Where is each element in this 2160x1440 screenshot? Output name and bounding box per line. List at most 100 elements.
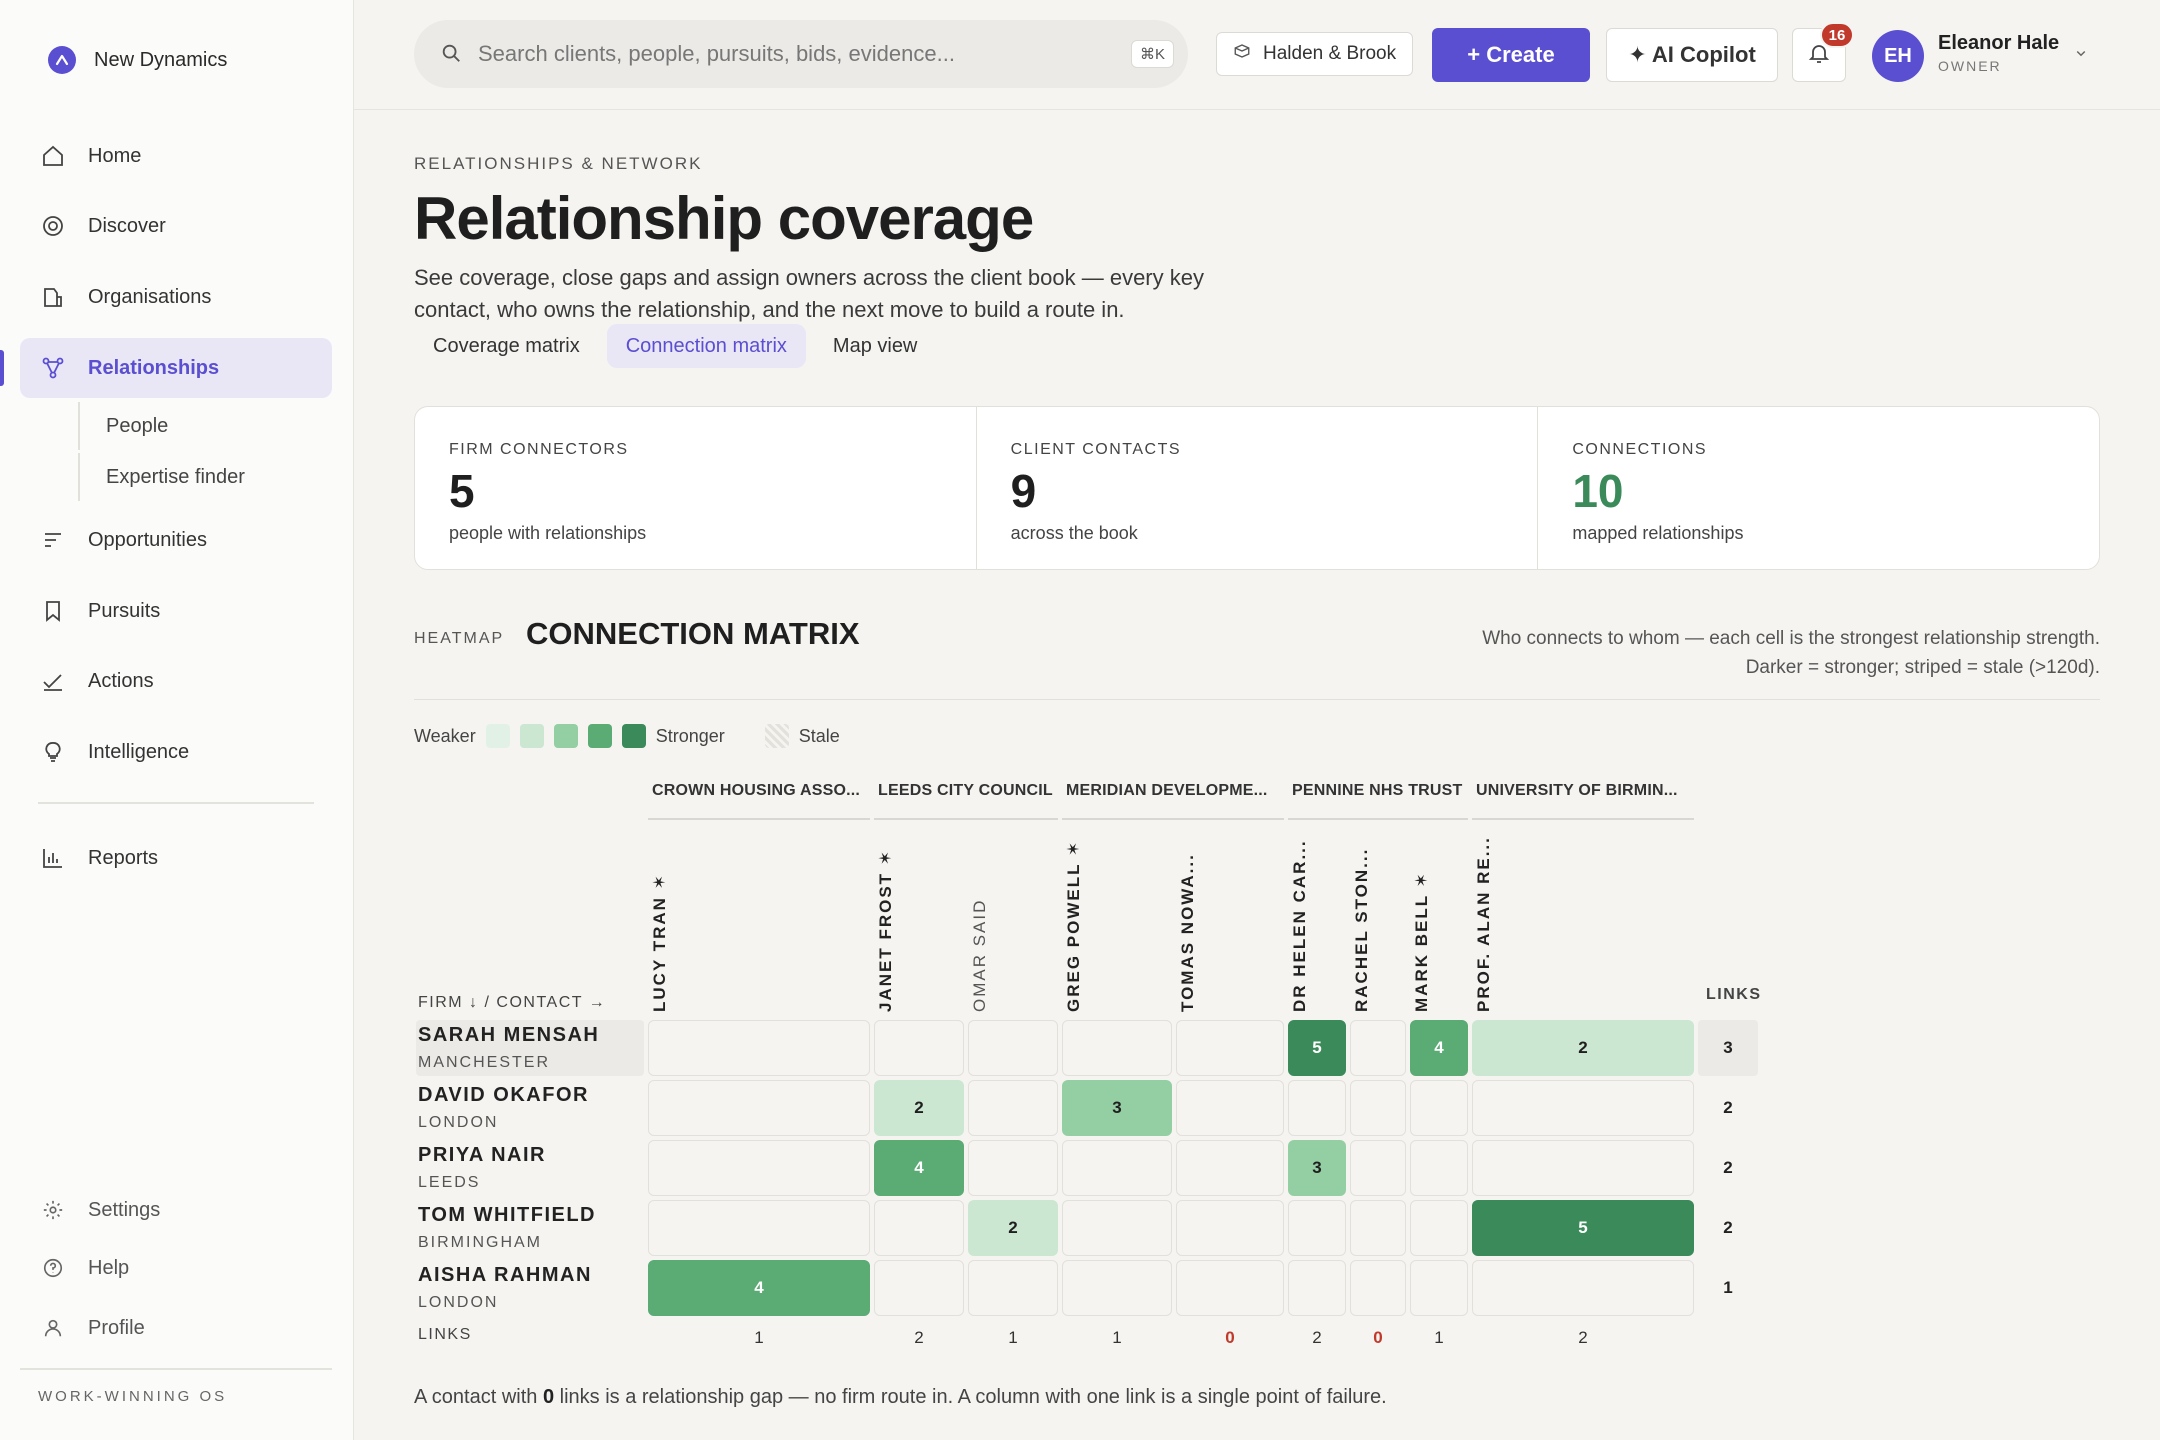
matrix-cell[interactable] [968, 1140, 1058, 1196]
matrix-cell[interactable] [968, 1260, 1058, 1316]
matrix-cell[interactable] [1410, 1080, 1468, 1136]
matrix-cell[interactable] [1410, 1200, 1468, 1256]
matrix-cell[interactable] [1176, 1200, 1284, 1256]
matrix-cell[interactable] [1288, 1260, 1346, 1316]
nav-relationships[interactable]: Relationships [20, 338, 332, 398]
matrix-cell[interactable] [968, 1020, 1058, 1076]
nav-opportunities[interactable]: Opportunities [20, 510, 332, 570]
matrix-cell[interactable] [1176, 1020, 1284, 1076]
matrix-cell[interactable] [1472, 1080, 1694, 1136]
contact-column-header[interactable]: PROF. ALAN RE... [1474, 836, 1494, 1012]
nav-organisations[interactable]: Organisations [20, 267, 332, 327]
contact-group-header[interactable]: UNIVERSITY OF BIRMIN... [1472, 782, 1694, 820]
contact-column-header[interactable]: MARK BELL ✶ [1412, 871, 1432, 1012]
matrix-cell[interactable] [1472, 1140, 1694, 1196]
matrix-cell[interactable]: 4 [648, 1260, 870, 1316]
matrix-cell[interactable] [1176, 1080, 1284, 1136]
tab-map-view[interactable]: Map view [814, 324, 936, 368]
matrix-cell[interactable] [874, 1200, 964, 1256]
matrix-cell[interactable] [1350, 1200, 1406, 1256]
contact-column-header[interactable]: DR HELEN CAR... [1290, 839, 1310, 1012]
matrix-cell[interactable] [1062, 1140, 1172, 1196]
tab-coverage-matrix[interactable]: Coverage matrix [414, 324, 599, 368]
matrix-cell[interactable] [648, 1080, 870, 1136]
matrix-cell[interactable]: 4 [874, 1140, 964, 1196]
contact-group-header[interactable]: LEEDS CITY COUNCIL [874, 782, 1058, 820]
firm-connector-name[interactable]: DAVID OKAFOR [418, 1084, 589, 1107]
matrix-cell[interactable]: 2 [1472, 1020, 1694, 1076]
contact-column-header[interactable]: RACHEL STON... [1352, 848, 1372, 1012]
matrix-cell[interactable] [1176, 1140, 1284, 1196]
matrix-cell[interactable]: 5 [1472, 1200, 1694, 1256]
sidebar-bottom-divider [20, 1368, 332, 1370]
matrix-cell[interactable] [968, 1080, 1058, 1136]
matrix-cell[interactable] [1350, 1140, 1406, 1196]
check-icon [40, 668, 66, 694]
org-switcher-button[interactable]: Halden & Brook [1216, 32, 1414, 76]
firm-connector-office: LONDON [418, 1114, 499, 1131]
nav-home[interactable]: Home [20, 126, 332, 186]
brand[interactable]: New Dynamics [48, 46, 227, 74]
nav-pursuits[interactable]: Pursuits [20, 581, 332, 641]
firm-connector-name[interactable]: SARAH MENSAH [418, 1024, 599, 1047]
nav-actions-label: Actions [88, 669, 154, 692]
create-button[interactable]: + Create [1432, 28, 1590, 82]
matrix-cell[interactable]: 2 [874, 1080, 964, 1136]
contact-group-header[interactable]: MERIDIAN DEVELOPME... [1062, 782, 1284, 820]
tab-connection-matrix[interactable]: Connection matrix [606, 324, 806, 368]
search-bar[interactable]: ⌘K [414, 20, 1188, 88]
column-link-count: 0 [1373, 1328, 1383, 1347]
firm-connector-name[interactable]: TOM WHITFIELD [418, 1204, 596, 1227]
matrix-cell[interactable]: 4 [1410, 1020, 1468, 1076]
matrix-cell[interactable] [1472, 1260, 1694, 1316]
matrix-cell[interactable] [1062, 1260, 1172, 1316]
contact-group-header[interactable]: PENNINE NHS TRUST [1288, 782, 1468, 820]
sub-nav-expertise-finder[interactable]: Expertise finder [78, 453, 328, 501]
user-name[interactable]: Eleanor Hale [1938, 32, 2059, 55]
legend-swatch-2 [519, 724, 544, 748]
search-input[interactable] [478, 41, 1131, 67]
matrix-cell[interactable] [874, 1260, 964, 1316]
org-name: Halden & Brook [1263, 43, 1397, 64]
matrix-cell[interactable] [648, 1200, 870, 1256]
ai-copilot-button[interactable]: ✦ AI Copilot [1606, 28, 1778, 82]
avatar[interactable]: EH [1872, 30, 1924, 82]
matrix-cell[interactable] [1288, 1200, 1346, 1256]
contact-column-header[interactable]: LUCY TRAN ✶ [650, 873, 670, 1012]
nav-intelligence[interactable]: Intelligence [20, 722, 332, 782]
contact-column-header[interactable]: GREG POWELL ✶ [1064, 840, 1084, 1012]
matrix-cell[interactable]: 2 [968, 1200, 1058, 1256]
contact-column-header[interactable]: JANET FROST ✶ [876, 849, 896, 1012]
contact-column-header[interactable]: TOMAS NOWA... [1178, 853, 1198, 1012]
firm-connector-name[interactable]: PRIYA NAIR [418, 1144, 546, 1167]
sidebar-footer: WORK-WINNING OS [38, 1388, 228, 1405]
matrix-cell[interactable] [1410, 1260, 1468, 1316]
matrix-cell[interactable] [648, 1020, 870, 1076]
nav-help[interactable]: Help [20, 1240, 332, 1296]
matrix-cell[interactable] [874, 1020, 964, 1076]
contact-column-header[interactable]: OMAR SAID [970, 899, 990, 1012]
matrix-cell[interactable]: 3 [1062, 1080, 1172, 1136]
matrix-cell[interactable] [1062, 1200, 1172, 1256]
nav-reports[interactable]: Reports [20, 828, 332, 888]
matrix-cell[interactable]: 3 [1288, 1140, 1346, 1196]
nav-profile[interactable]: Profile [20, 1300, 332, 1356]
matrix-cell[interactable] [1062, 1020, 1172, 1076]
matrix-cell[interactable] [648, 1140, 870, 1196]
matrix-cell[interactable] [1350, 1260, 1406, 1316]
sub-nav-people[interactable]: People [78, 402, 328, 450]
footnote-bold: 0 [542, 1386, 555, 1408]
nav-discover[interactable]: Discover [20, 196, 332, 256]
matrix-cell[interactable] [1350, 1080, 1406, 1136]
matrix-cell[interactable] [1176, 1260, 1284, 1316]
matrix-cell[interactable]: 5 [1288, 1020, 1346, 1076]
chevron-down-icon[interactable] [2072, 44, 2090, 67]
contact-group-header[interactable]: CROWN HOUSING ASSO... [648, 782, 870, 820]
matrix-cell[interactable] [1350, 1020, 1406, 1076]
firm-connector-name[interactable]: AISHA RAHMAN [418, 1264, 592, 1287]
nav-settings[interactable]: Settings [20, 1182, 332, 1238]
matrix-cell[interactable] [1288, 1080, 1346, 1136]
nav-home-label: Home [88, 144, 142, 167]
nav-actions[interactable]: Actions [20, 651, 332, 711]
matrix-cell[interactable] [1410, 1140, 1468, 1196]
